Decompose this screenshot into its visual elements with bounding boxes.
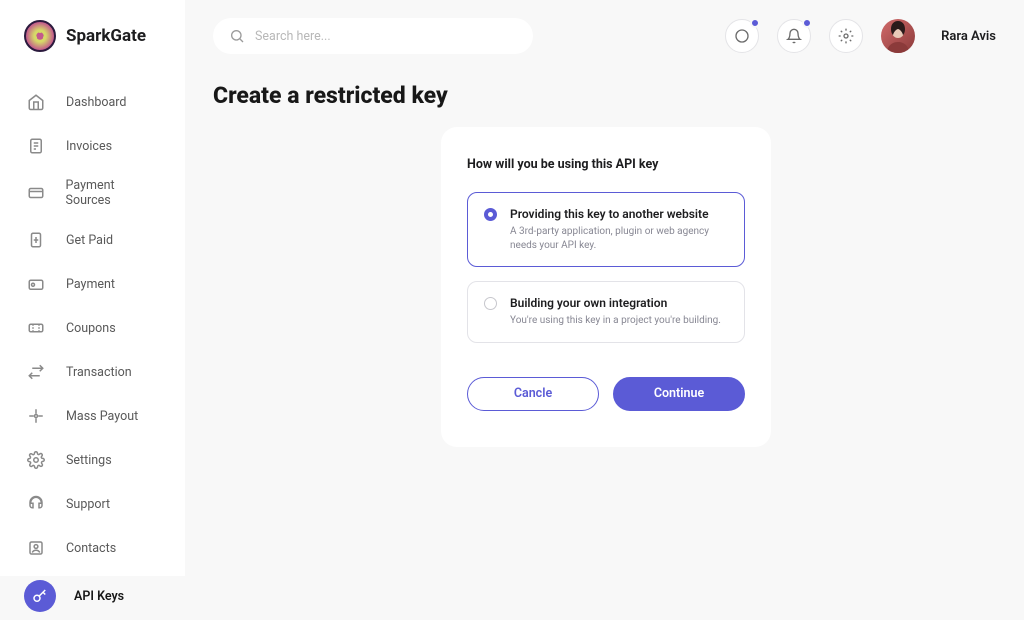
continue-button[interactable]: Continue xyxy=(613,377,745,411)
option-title: Building your own integration xyxy=(510,296,728,310)
sidebar-item-label: Settings xyxy=(66,453,112,468)
coupon-icon xyxy=(24,316,48,340)
notifications-button[interactable] xyxy=(777,19,811,53)
radio-icon xyxy=(484,208,497,221)
invoice-icon xyxy=(24,134,48,158)
option-desc: You're using this key in a project you'r… xyxy=(510,314,728,328)
sidebar-item-label: Invoices xyxy=(66,139,112,154)
get-paid-icon xyxy=(24,228,48,252)
button-row: Cancle Continue xyxy=(467,377,745,411)
sidebar-item-support[interactable]: Support xyxy=(12,484,173,524)
user-name: Rara Avis xyxy=(941,29,996,44)
payment-icon xyxy=(24,272,48,296)
page-title: Create a restricted key xyxy=(213,82,996,109)
sidebar-item-get-paid[interactable]: Get Paid xyxy=(12,220,173,260)
sidebar-item-label: Mass Payout xyxy=(66,409,138,424)
sidebar-item-invoices[interactable]: Invoices xyxy=(12,126,173,166)
chat-button[interactable] xyxy=(725,19,759,53)
sidebar-item-payment[interactable]: Payment xyxy=(12,264,173,304)
card-create-key: How will you be using this API key Provi… xyxy=(441,127,771,447)
brand-logo-icon xyxy=(24,20,56,52)
card-question: How will you be using this API key xyxy=(467,157,745,172)
main: Rara Avis Create a restricted key How wi… xyxy=(185,0,1024,576)
sidebar-nav: Dashboard Invoices Payment Sources Get P… xyxy=(0,82,185,620)
key-icon xyxy=(24,580,56,612)
home-icon xyxy=(24,90,48,114)
mass-payout-icon xyxy=(24,404,48,428)
sidebar-item-coupons[interactable]: Coupons xyxy=(12,308,173,348)
sidebar-item-label: Dashboard xyxy=(66,95,126,110)
support-icon xyxy=(24,492,48,516)
card-icon xyxy=(24,181,48,205)
sidebar-item-label: Payment xyxy=(66,277,115,292)
gear-icon xyxy=(838,28,854,44)
chat-icon xyxy=(734,28,750,44)
search-icon xyxy=(229,28,245,44)
search-input[interactable] xyxy=(255,29,517,44)
sidebar: SparkGate Dashboard Invoices Payment Sou… xyxy=(0,0,185,576)
option-provide-key[interactable]: Providing this key to another website A … xyxy=(467,192,745,267)
option-build-integration[interactable]: Building your own integration You're usi… xyxy=(467,281,745,343)
sidebar-item-label: Coupons xyxy=(66,321,116,336)
notification-dot xyxy=(750,18,760,28)
sidebar-item-label: Contacts xyxy=(66,541,116,556)
notification-dot xyxy=(802,18,812,28)
sidebar-item-label: API Keys xyxy=(74,589,124,604)
transaction-icon xyxy=(24,360,48,384)
sidebar-item-mass-payout[interactable]: Mass Payout xyxy=(12,396,173,436)
brand-name: SparkGate xyxy=(66,26,146,46)
radio-icon xyxy=(484,297,497,310)
sidebar-item-contacts[interactable]: Contacts xyxy=(12,528,173,568)
option-desc: A 3rd-party application, plugin or web a… xyxy=(510,225,728,252)
search-box[interactable] xyxy=(213,18,533,54)
gear-icon xyxy=(24,448,48,472)
settings-button[interactable] xyxy=(829,19,863,53)
avatar[interactable] xyxy=(881,19,915,53)
contacts-icon xyxy=(24,536,48,560)
sidebar-item-label: Transaction xyxy=(66,365,132,380)
topbar: Rara Avis xyxy=(213,18,996,54)
option-title: Providing this key to another website xyxy=(510,207,728,221)
cancel-button[interactable]: Cancle xyxy=(467,377,599,411)
sidebar-item-payment-sources[interactable]: Payment Sources xyxy=(12,170,173,216)
sidebar-item-dashboard[interactable]: Dashboard xyxy=(12,82,173,122)
bell-icon xyxy=(786,28,802,44)
sidebar-item-label: Get Paid xyxy=(66,233,113,248)
sidebar-item-api-keys[interactable]: API Keys xyxy=(12,572,173,620)
sidebar-item-label: Payment Sources xyxy=(66,178,161,208)
sidebar-item-settings[interactable]: Settings xyxy=(12,440,173,480)
sidebar-item-label: Support xyxy=(66,497,110,512)
brand[interactable]: SparkGate xyxy=(0,20,185,82)
sidebar-item-transaction[interactable]: Transaction xyxy=(12,352,173,392)
